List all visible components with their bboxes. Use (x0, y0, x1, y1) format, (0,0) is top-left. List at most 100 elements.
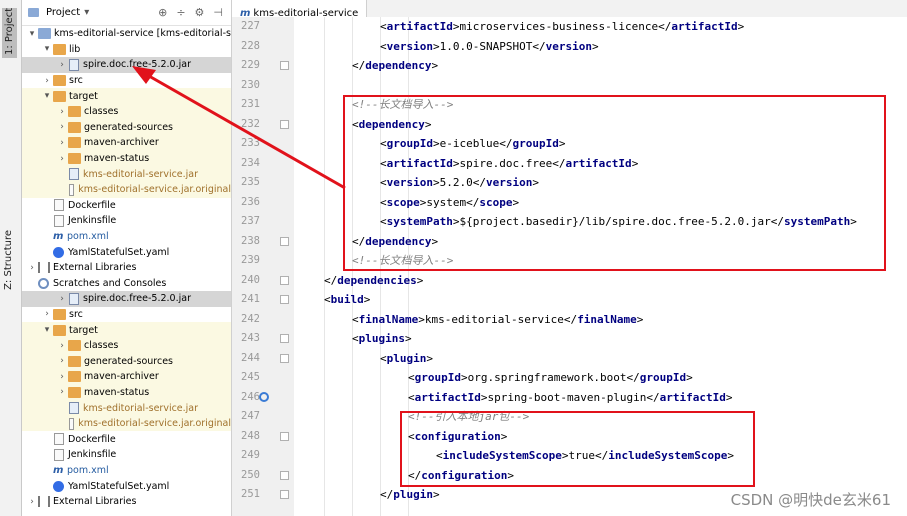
xml-tag-name: finalName (577, 312, 637, 326)
tree-item[interactable]: › External Libraries (22, 260, 231, 276)
code-line[interactable]: 240 </dependencies> (241, 271, 907, 291)
tree-item[interactable]: › spire.doc.free-5.2.0.jar (22, 57, 231, 73)
collapsed-arrow-icon[interactable]: › (56, 154, 68, 164)
code-line[interactable]: 229 </dependency> (241, 56, 907, 76)
lib-icon (38, 262, 50, 274)
collapsed-arrow-icon[interactable]: › (56, 387, 68, 397)
hide-icon[interactable]: ⊣ (213, 6, 223, 19)
code-line[interactable]: 246 <artifactId>spring-boot-maven-plugin<… (241, 388, 907, 408)
tree-item[interactable]: ▾ target (22, 322, 231, 338)
fold-marker-icon[interactable] (280, 353, 289, 363)
tree-item[interactable]: Jenkinsfile (22, 447, 231, 463)
collapsed-arrow-icon[interactable]: › (56, 107, 68, 117)
tree-item[interactable]: kms-editorial-service.jar.original (22, 415, 231, 432)
code-line[interactable]: 243 <plugins> (241, 329, 907, 349)
line-number: 250 (241, 468, 260, 481)
tree-item[interactable]: › maven-status (22, 384, 231, 401)
tree-item[interactable]: Dockerfile (22, 431, 231, 447)
code-line[interactable]: 227 <artifactId>microservices-business-li… (241, 17, 907, 37)
fold-marker-icon[interactable] (280, 490, 289, 499)
collapsed-arrow-icon[interactable]: › (56, 60, 68, 70)
xml-text: > (426, 351, 433, 365)
tree-item[interactable]: › generated-sources (22, 119, 231, 136)
fold-marker-icon[interactable] (280, 236, 289, 246)
code-line[interactable]: 228 <version>1.0.0-SNAPSHOT</version> (241, 37, 907, 57)
tool-window-strip: 1: Project Z: Structure (0, 0, 22, 516)
tree-item[interactable]: kms-editorial-service.jar.original (22, 181, 231, 198)
tree-item[interactable]: kms-editorial-service.jar (22, 166, 231, 182)
collapsed-arrow-icon[interactable]: › (26, 497, 38, 507)
code-line[interactable]: 242 <finalName>kms-editorial-service</fin… (241, 310, 907, 330)
collapsed-arrow-icon[interactable]: › (56, 341, 68, 351)
project-panel: Project ▾ ⊕ ÷ ⚙ ⊣ ▾ kms-editorial-service [k… (22, 0, 232, 516)
tree-item-label: Dockerfile (68, 433, 116, 445)
collapsed-arrow-icon[interactable]: › (56, 372, 68, 382)
code-line[interactable]: 245 <groupId>org.springframework.boot</gr… (241, 368, 907, 388)
tree-item-label: classes (84, 340, 119, 352)
collapsed-arrow-icon[interactable]: › (41, 76, 53, 86)
structure-tool-tab[interactable]: Z: Structure (3, 230, 14, 290)
tree-item[interactable]: ▾ lib (22, 42, 231, 58)
line-number: 233 (241, 137, 260, 149)
locate-icon[interactable]: ⊕ (158, 6, 167, 19)
tree-item-label: src (69, 75, 83, 87)
tree-item[interactable]: m pom.xml (22, 463, 231, 479)
view-dropdown-icon[interactable]: ▾ (84, 7, 89, 18)
collapsed-arrow-icon[interactable]: › (41, 309, 53, 319)
tree-item[interactable]: › maven-archiver (22, 135, 231, 151)
fold-marker-icon[interactable] (280, 470, 289, 480)
expanded-arrow-icon[interactable]: ▾ (41, 91, 53, 101)
tree-item[interactable]: ▾ kms-editorial-service [kms-editorial-se… (22, 26, 231, 42)
fold-marker-icon[interactable] (280, 275, 289, 285)
run-gutter-icon[interactable] (259, 391, 269, 402)
code-line[interactable]: 244 <plugin> (241, 349, 907, 369)
collapsed-arrow-icon[interactable]: › (56, 138, 68, 148)
xml-text: < (324, 293, 331, 306)
fold-marker-icon[interactable] (280, 61, 289, 70)
tree-item[interactable]: › classes (22, 337, 231, 354)
expanded-arrow-icon[interactable]: ▾ (41, 325, 53, 335)
tree-item[interactable]: YamlStatefulSet.yaml (22, 244, 231, 260)
k8s-icon (53, 246, 64, 258)
tree-item[interactable]: › maven-archiver (22, 369, 231, 385)
settings-icon[interactable]: ⚙ (195, 6, 205, 19)
tree-item[interactable]: m pom.xml (22, 229, 231, 245)
tree-item[interactable]: YamlStatefulSet.yaml (22, 478, 231, 494)
collapse-icon[interactable]: ÷ (176, 6, 185, 19)
code-line[interactable]: 230 (241, 76, 907, 96)
folder-icon (68, 371, 81, 383)
tree-item[interactable]: kms-editorial-service.jar (22, 400, 231, 416)
fold-marker-icon[interactable] (280, 334, 289, 343)
tree-item[interactable]: › src (22, 73, 231, 89)
tree-item-label: spire.doc.free-5.2.0.jar (83, 59, 191, 71)
project-icon (28, 8, 39, 17)
collapsed-arrow-icon[interactable]: › (56, 356, 68, 366)
fold-marker-icon[interactable] (280, 119, 289, 129)
project-tool-tab[interactable]: 1: Project (2, 8, 17, 58)
tree-item-label: kms-editorial-service.jar.original (78, 184, 231, 196)
expanded-arrow-icon[interactable]: ▾ (41, 44, 53, 54)
line-number: 251 (241, 488, 260, 500)
code-text: <plugins> (352, 329, 412, 349)
fold-marker-icon[interactable] (280, 295, 289, 304)
xml-text: </ (324, 273, 338, 287)
tree-item[interactable]: › maven-status (22, 150, 231, 167)
tree-item[interactable]: Jenkinsfile (22, 213, 231, 229)
tree-item[interactable]: ▾ target (22, 88, 231, 104)
collapsed-arrow-icon[interactable]: › (56, 122, 68, 132)
xml-text: < (408, 371, 415, 384)
collapsed-arrow-icon[interactable]: › (26, 263, 38, 273)
collapsed-arrow-icon[interactable]: › (56, 294, 68, 304)
project-panel-title[interactable]: Project (46, 7, 80, 18)
fold-marker-icon[interactable] (280, 431, 289, 441)
tree-item[interactable]: › spire.doc.free-5.2.0.jar (22, 291, 231, 307)
tree-item[interactable]: › External Libraries (22, 494, 231, 510)
tree-item[interactable]: Scratches and Consoles (22, 276, 231, 292)
tree-item-label: target (69, 324, 98, 336)
code-line[interactable]: 241 <build> (241, 290, 907, 310)
tree-item[interactable]: Dockerfile (22, 198, 231, 214)
tree-item[interactable]: › generated-sources (22, 353, 231, 370)
expanded-arrow-icon[interactable]: ▾ (26, 29, 38, 39)
tree-item[interactable]: › src (22, 307, 231, 323)
tree-item[interactable]: › classes (22, 103, 231, 120)
